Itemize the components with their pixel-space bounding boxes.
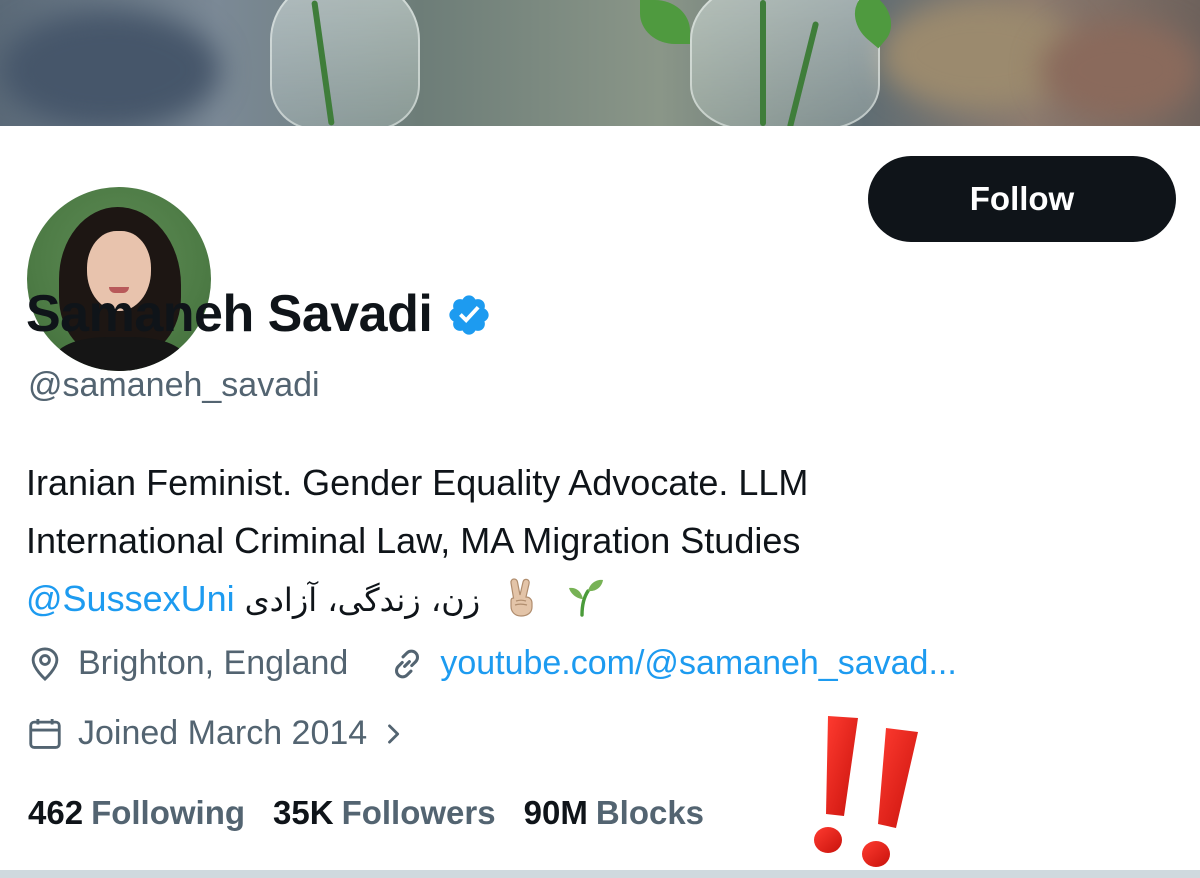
followers-count: 35K	[273, 794, 334, 831]
location-pin-icon	[31, 647, 59, 681]
website-link[interactable]: youtube.com/@samaneh_savad...	[440, 644, 956, 683]
profile-stats: 462 Following 35K Followers 90M Blocks	[28, 794, 732, 832]
bio-line-1: Iranian Feminist. Gender Equality Advoca…	[26, 462, 809, 503]
stat-following[interactable]: 462 Following	[28, 794, 245, 832]
location-text: Brighton, England	[78, 644, 349, 682]
sussexuni-mention-link[interactable]: @SussexUni	[26, 578, 235, 619]
joined-date[interactable]: Joined March 2014	[26, 714, 407, 753]
blocks-count: 90M	[523, 794, 588, 831]
bottom-divider	[0, 870, 1200, 878]
bio-line-2: International Criminal Law, MA Migration…	[26, 520, 801, 561]
double-exclamation-icon	[814, 716, 918, 867]
joined-text: Joined March 2014	[78, 714, 368, 752]
verified-badge-icon[interactable]	[446, 292, 492, 338]
profile-banner[interactable]	[0, 0, 1200, 126]
calendar-icon	[29, 718, 61, 749]
following-count: 462	[28, 794, 84, 831]
bio-line-3: @SussexUni زن، زندگی، آزادی	[26, 570, 1176, 629]
location: Brighton, England	[26, 644, 348, 683]
chevron-right-icon[interactable]	[379, 720, 407, 748]
victory-hand-icon	[510, 578, 533, 617]
follow-button[interactable]: Follow	[868, 156, 1176, 242]
profile-bio: Iranian Feminist. Gender Equality Advoca…	[26, 454, 1176, 629]
blocks-label: Blocks	[595, 794, 705, 831]
profile-card: Follow Samaneh Savadi @samaneh_savadi Ir…	[0, 126, 1200, 872]
followers-label: Followers	[341, 794, 496, 831]
stat-followers[interactable]: 35K Followers	[273, 794, 496, 832]
seedling-icon	[569, 579, 604, 617]
link-icon	[395, 649, 420, 678]
persian-slogan: زن، زندگی، آزادی	[244, 581, 481, 619]
profile-handle: @samaneh_savadi	[28, 366, 320, 404]
avatar[interactable]	[18, 178, 220, 380]
stat-blocks[interactable]: 90M Blocks	[524, 794, 704, 832]
following-label: Following	[91, 794, 246, 831]
display-name: Samaneh Savadi	[26, 285, 433, 343]
display-name-row: Samaneh Savadi	[26, 284, 492, 344]
profile-meta-row: Brighton, England youtube.com/@samaneh_s…	[26, 644, 957, 683]
website[interactable]: youtube.com/@samaneh_savad...	[388, 644, 957, 683]
